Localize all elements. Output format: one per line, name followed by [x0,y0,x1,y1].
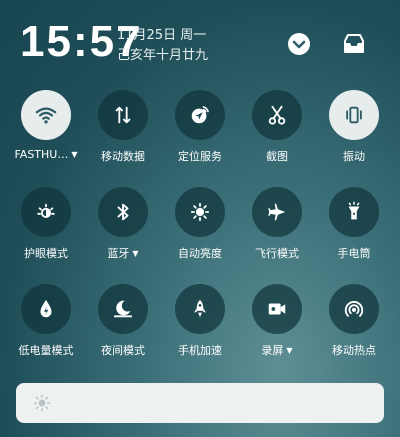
hotspot-icon [344,301,364,317]
status-header: 15:57 11月25日 周一 己亥年十月廿九 [0,0,400,90]
tile-screen-record[interactable]: 录屏 ▼ [239,284,315,364]
vibrate-icon [346,106,362,124]
tile-hotspot-button[interactable] [329,284,379,334]
tile-label: 手电筒 [337,247,371,260]
tile-battery-saver[interactable]: 低电量模式 [8,284,84,364]
tile-bluetooth-button[interactable] [98,187,148,237]
tile-location-button[interactable] [175,90,225,140]
tile-bluetooth[interactable]: 蓝牙 ▼ [85,187,161,267]
tile-location[interactable]: 定位服务 [162,90,238,170]
tile-phone-boost[interactable]: 手机加速 [162,284,238,364]
dropdown-caret-icon[interactable]: ▼ [286,346,292,355]
night-mode-icon [113,300,133,318]
tile-eye-protect[interactable]: 护眼模式 [8,187,84,267]
tile-flashlight[interactable]: 手电筒 [316,187,392,267]
tile-airplane-button[interactable] [252,187,302,237]
eye-protect-icon [37,203,55,218]
expand-chevron-icon[interactable] [287,32,311,56]
brightness-sun-icon [33,394,51,412]
scissors-icon [268,105,286,125]
lunar-date-text: 己亥年十月廿九 [117,48,209,63]
tile-flashlight-button[interactable] [329,187,379,237]
tile-night-mode[interactable]: 夜间模式 [85,284,161,364]
dropdown-caret-icon[interactable]: ▼ [132,249,138,258]
tile-hotspot[interactable]: 移动热点 [316,284,392,364]
tile-auto-brightness-button[interactable] [175,187,225,237]
rocket-icon [194,299,206,318]
tile-battery-saver-button[interactable] [21,284,71,334]
tile-mobile-data[interactable]: 移动数据 [85,90,161,170]
tile-mobile-data-button[interactable] [98,90,148,140]
date-text: 11月25日 周一 [117,28,207,43]
mobile-data-icon [115,106,131,124]
tile-wifi-button[interactable] [21,90,71,140]
tile-vibrate-button[interactable] [329,90,379,140]
battery-saver-icon [40,299,52,318]
tile-phone-boost-button[interactable] [175,284,225,334]
tile-night-mode-button[interactable] [98,284,148,334]
tile-screen-record-button[interactable] [252,284,302,334]
tile-auto-brightness[interactable]: 自动亮度 [162,187,238,267]
tile-screenshot[interactable]: 截图 [239,90,315,170]
tile-label: 移动热点 [332,344,376,357]
inbox-icon[interactable] [342,32,366,56]
auto-brightness-icon [190,202,210,222]
tile-eye-protect-button[interactable] [21,187,71,237]
wifi-icon [35,107,57,124]
tile-label: 振动 [343,150,365,163]
flashlight-icon [348,201,360,220]
tile-vibrate[interactable]: 振动 [316,90,392,170]
tile-screenshot-button[interactable] [252,90,302,140]
airplane-icon [268,203,286,221]
tile-airplane[interactable]: 飞行模式 [239,187,315,267]
bluetooth-icon [117,203,129,221]
location-icon [191,106,209,124]
tile-wifi[interactable]: FASTHU… ▼ [8,90,84,170]
brightness-slider[interactable] [16,383,384,423]
screen-record-icon [268,303,286,315]
